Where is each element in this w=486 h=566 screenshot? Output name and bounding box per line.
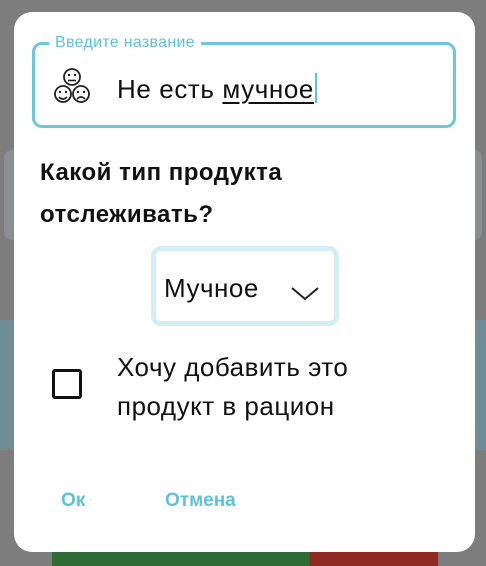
product-name-underlined-word: мучное — [222, 74, 314, 104]
product-type-selected: Мучное — [164, 273, 259, 303]
product-name-field[interactable]: Введите название Не есть мучное — [32, 34, 456, 128]
background-green-button — [52, 552, 310, 566]
chevron-down-icon — [291, 287, 319, 301]
question-heading: Какой тип продукта отслеживать? — [40, 159, 283, 228]
ok-button[interactable]: Ок — [61, 490, 85, 512]
emoji-faces-icon — [54, 68, 90, 103]
background-red-button — [310, 552, 438, 566]
product-type-select[interactable]: Мучное — [151, 246, 339, 326]
add-to-diet-checkbox[interactable] — [52, 369, 82, 399]
cancel-button[interactable]: Отмена — [165, 490, 236, 512]
text-cursor — [315, 73, 317, 103]
add-product-dialog: Введите название Не есть мучное Какой ти… — [14, 12, 475, 552]
add-to-diet-label: Хочу добавить это продукт в рацион — [117, 352, 349, 421]
product-name-label: Введите название — [49, 34, 201, 52]
product-name-value: Не есть мучное — [117, 73, 317, 105]
product-name-text: Не есть — [117, 74, 223, 104]
